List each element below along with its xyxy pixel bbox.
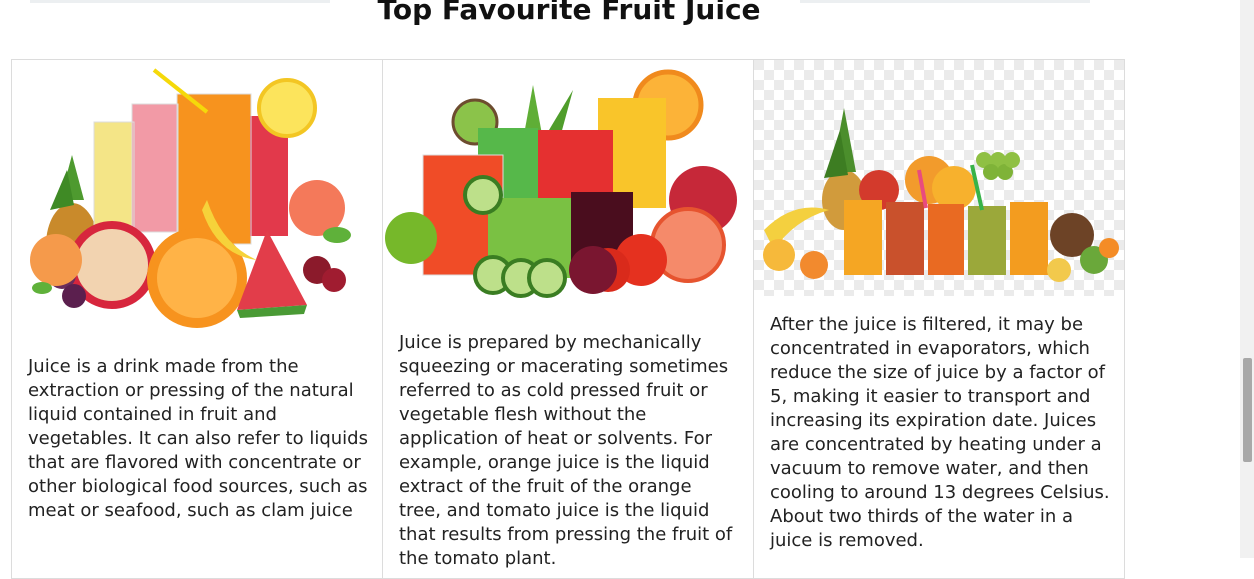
juice-card-2: Juice is prepared by mechanically squeez… bbox=[382, 59, 754, 579]
card-2-image bbox=[383, 60, 753, 315]
juice-row-with-fruits-image bbox=[754, 60, 1124, 296]
card-3-text: After the juice is filtered, it may be c… bbox=[770, 314, 1110, 551]
card-2-text: Juice is prepared by mechanically squeez… bbox=[399, 332, 733, 569]
card-3-image bbox=[754, 60, 1124, 296]
fruit-juice-glasses-image bbox=[12, 60, 382, 335]
card-row: Juice is a drink made from the extractio… bbox=[11, 59, 1127, 579]
juice-card-3: After the juice is filtered, it may be c… bbox=[753, 59, 1125, 579]
page-scrollbar-thumb[interactable] bbox=[1243, 358, 1252, 462]
page-scrollbar-track[interactable] bbox=[1240, 0, 1254, 558]
vegetable-juice-glasses-image bbox=[383, 60, 753, 315]
section-title: Top Favourite Fruit Juice bbox=[377, 0, 761, 26]
card-1-text: Juice is a drink made from the extractio… bbox=[28, 356, 368, 521]
juice-card-1: Juice is a drink made from the extractio… bbox=[11, 59, 383, 579]
card-1-image bbox=[12, 60, 382, 335]
